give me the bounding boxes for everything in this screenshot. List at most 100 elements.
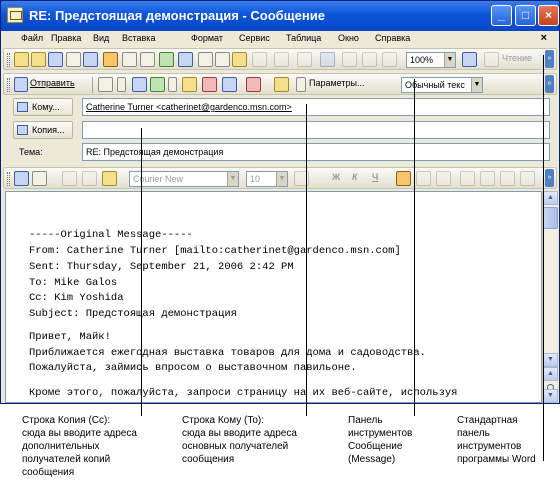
menu-format[interactable]: Формат	[191, 33, 223, 43]
caption-cc: Строка Копия (Cc): сюда вы вводите адрес…	[22, 414, 137, 479]
vertical-scrollbar[interactable]: ▲ ▼ ▲ ▼	[542, 191, 558, 403]
toolbar-options-chevron-icon[interactable]: »	[545, 75, 554, 93]
bullets-icon[interactable]	[480, 171, 495, 186]
subject-field[interactable]: RE: Предстоящая демонстрация	[82, 143, 550, 161]
underline-button[interactable]: Ч	[372, 172, 378, 182]
scroll-down-icon[interactable]: ▼	[543, 353, 558, 367]
research-icon[interactable]	[178, 52, 193, 67]
address-book-icon[interactable]	[132, 77, 147, 92]
undo-icon[interactable]	[274, 52, 289, 67]
print-icon[interactable]	[32, 171, 47, 186]
previous-object-icon[interactable]: ▲	[543, 367, 558, 381]
options-button[interactable]: Параметры...	[309, 78, 364, 88]
email-icon[interactable]	[83, 52, 98, 67]
envelope-icon[interactable]	[7, 7, 23, 23]
cc-field[interactable]	[82, 121, 550, 139]
print-preview-icon[interactable]	[140, 52, 155, 67]
caption-line: Стандартная	[457, 415, 518, 426]
menu-table[interactable]: Таблица	[286, 33, 321, 43]
to-button[interactable]: Кому...	[13, 98, 73, 116]
menu-tools[interactable]: Сервис	[239, 33, 270, 43]
help-icon[interactable]	[462, 52, 477, 67]
italic-button[interactable]: К	[352, 172, 358, 182]
caption-standard-toolbar: Стандартная панель инструментов программ…	[457, 414, 536, 466]
cut-icon[interactable]	[198, 52, 213, 67]
scroll-thumb[interactable]	[543, 207, 558, 229]
zoom-select[interactable]: 100% ▼	[406, 52, 456, 68]
print-icon[interactable]	[122, 52, 137, 67]
permission-icon[interactable]	[66, 52, 81, 67]
read-mode-icon[interactable]	[484, 52, 499, 67]
font-select[interactable]: Courier New ▼	[129, 171, 239, 187]
tables-borders-icon[interactable]	[342, 52, 357, 67]
align-right-icon[interactable]	[436, 171, 451, 186]
envelope-options-icon[interactable]	[274, 77, 289, 92]
title-bar[interactable]: RE: Предстоящая демонстрация - Сообщение…	[1, 1, 559, 31]
toolbar-grip[interactable]	[7, 78, 10, 92]
menu-view[interactable]: Вид	[93, 33, 109, 43]
signature-icon[interactable]	[182, 77, 197, 92]
menu-insert[interactable]: Вставка	[122, 33, 155, 43]
cc-button[interactable]: Копия...	[13, 121, 73, 139]
align-left-icon[interactable]	[396, 171, 411, 186]
menu-file[interactable]: Файл	[21, 33, 43, 43]
increase-indent-icon[interactable]	[520, 171, 535, 186]
menu-edit[interactable]: Правка	[51, 33, 81, 43]
menu-help[interactable]: Справка	[375, 33, 410, 43]
cut-icon[interactable]	[62, 171, 77, 186]
toolbar-grip[interactable]	[7, 172, 10, 186]
copy-icon[interactable]	[82, 171, 97, 186]
scroll-up-icon[interactable]: ▲	[543, 191, 558, 205]
font-size-select[interactable]: 10 ▼	[246, 171, 288, 187]
format-painter-icon[interactable]	[252, 52, 267, 67]
redo-icon[interactable]	[297, 52, 312, 67]
open-folder-icon[interactable]	[31, 52, 46, 67]
paste-icon[interactable]	[102, 171, 117, 186]
toolbar-options-chevron-icon[interactable]: »	[545, 169, 554, 187]
minimize-button[interactable]: _	[491, 5, 512, 26]
menu-window[interactable]: Окно	[338, 33, 359, 43]
maximize-button[interactable]: □	[515, 5, 536, 26]
body-line: Cc: Kim Yoshida	[29, 292, 124, 304]
numbering-icon[interactable]	[460, 171, 475, 186]
menu-close-icon[interactable]: ×	[541, 32, 547, 44]
caption-line: Строка Кому (To):	[182, 415, 265, 426]
to-field[interactable]: Catherine Turner <catherinet@gardenco.ms…	[82, 98, 550, 116]
decrease-indent-icon[interactable]	[500, 171, 515, 186]
paste-icon[interactable]	[232, 52, 247, 67]
callout-line-message-toolbar	[414, 79, 415, 416]
save-icon[interactable]	[48, 52, 63, 67]
high-importance-icon[interactable]	[202, 77, 217, 92]
font-size-value: 10	[250, 174, 261, 184]
send-button[interactable]: Отправить	[30, 78, 75, 88]
message-body[interactable]: -----Original Message----- From: Catheri…	[5, 191, 542, 403]
attach-file-icon[interactable]	[98, 77, 113, 92]
print-active-icon[interactable]	[103, 52, 118, 67]
low-importance-icon[interactable]	[222, 77, 237, 92]
next-object-icon[interactable]: ▼	[543, 389, 558, 403]
follow-up-flag-icon[interactable]	[246, 77, 261, 92]
read-mode-label[interactable]: Чтение	[502, 53, 532, 63]
check-names-icon[interactable]	[150, 77, 165, 92]
callout-line-standard-toolbar	[543, 55, 544, 461]
message-options-icon[interactable]	[296, 77, 306, 92]
toolbar-options-chevron-icon[interactable]: »	[545, 50, 554, 68]
toolbar-grip[interactable]	[7, 53, 10, 67]
spelling-icon[interactable]	[159, 52, 174, 67]
bold-button[interactable]: Ж	[332, 172, 340, 182]
attach-dropdown-icon[interactable]	[117, 77, 126, 92]
new-document-icon[interactable]	[14, 52, 29, 67]
close-button[interactable]: ×	[538, 5, 559, 26]
save-icon[interactable]	[14, 171, 29, 186]
insert-excel-icon[interactable]	[382, 52, 397, 67]
cc-label: Копия...	[32, 125, 65, 135]
menu-bar: Файл Правка Вид Вставка Формат Сервис Та…	[1, 31, 559, 47]
copy-icon[interactable]	[215, 52, 230, 67]
hyperlink-icon[interactable]	[320, 52, 335, 67]
align-center-icon[interactable]	[416, 171, 431, 186]
options-dropdown-icon[interactable]	[168, 77, 177, 92]
message-window: RE: Предстоящая демонстрация - Сообщение…	[0, 0, 560, 404]
body-line: Кроме этого, пожалуйста, запроси страниц…	[29, 387, 458, 399]
insert-table-icon[interactable]	[362, 52, 377, 67]
address-book-icon	[17, 125, 28, 135]
